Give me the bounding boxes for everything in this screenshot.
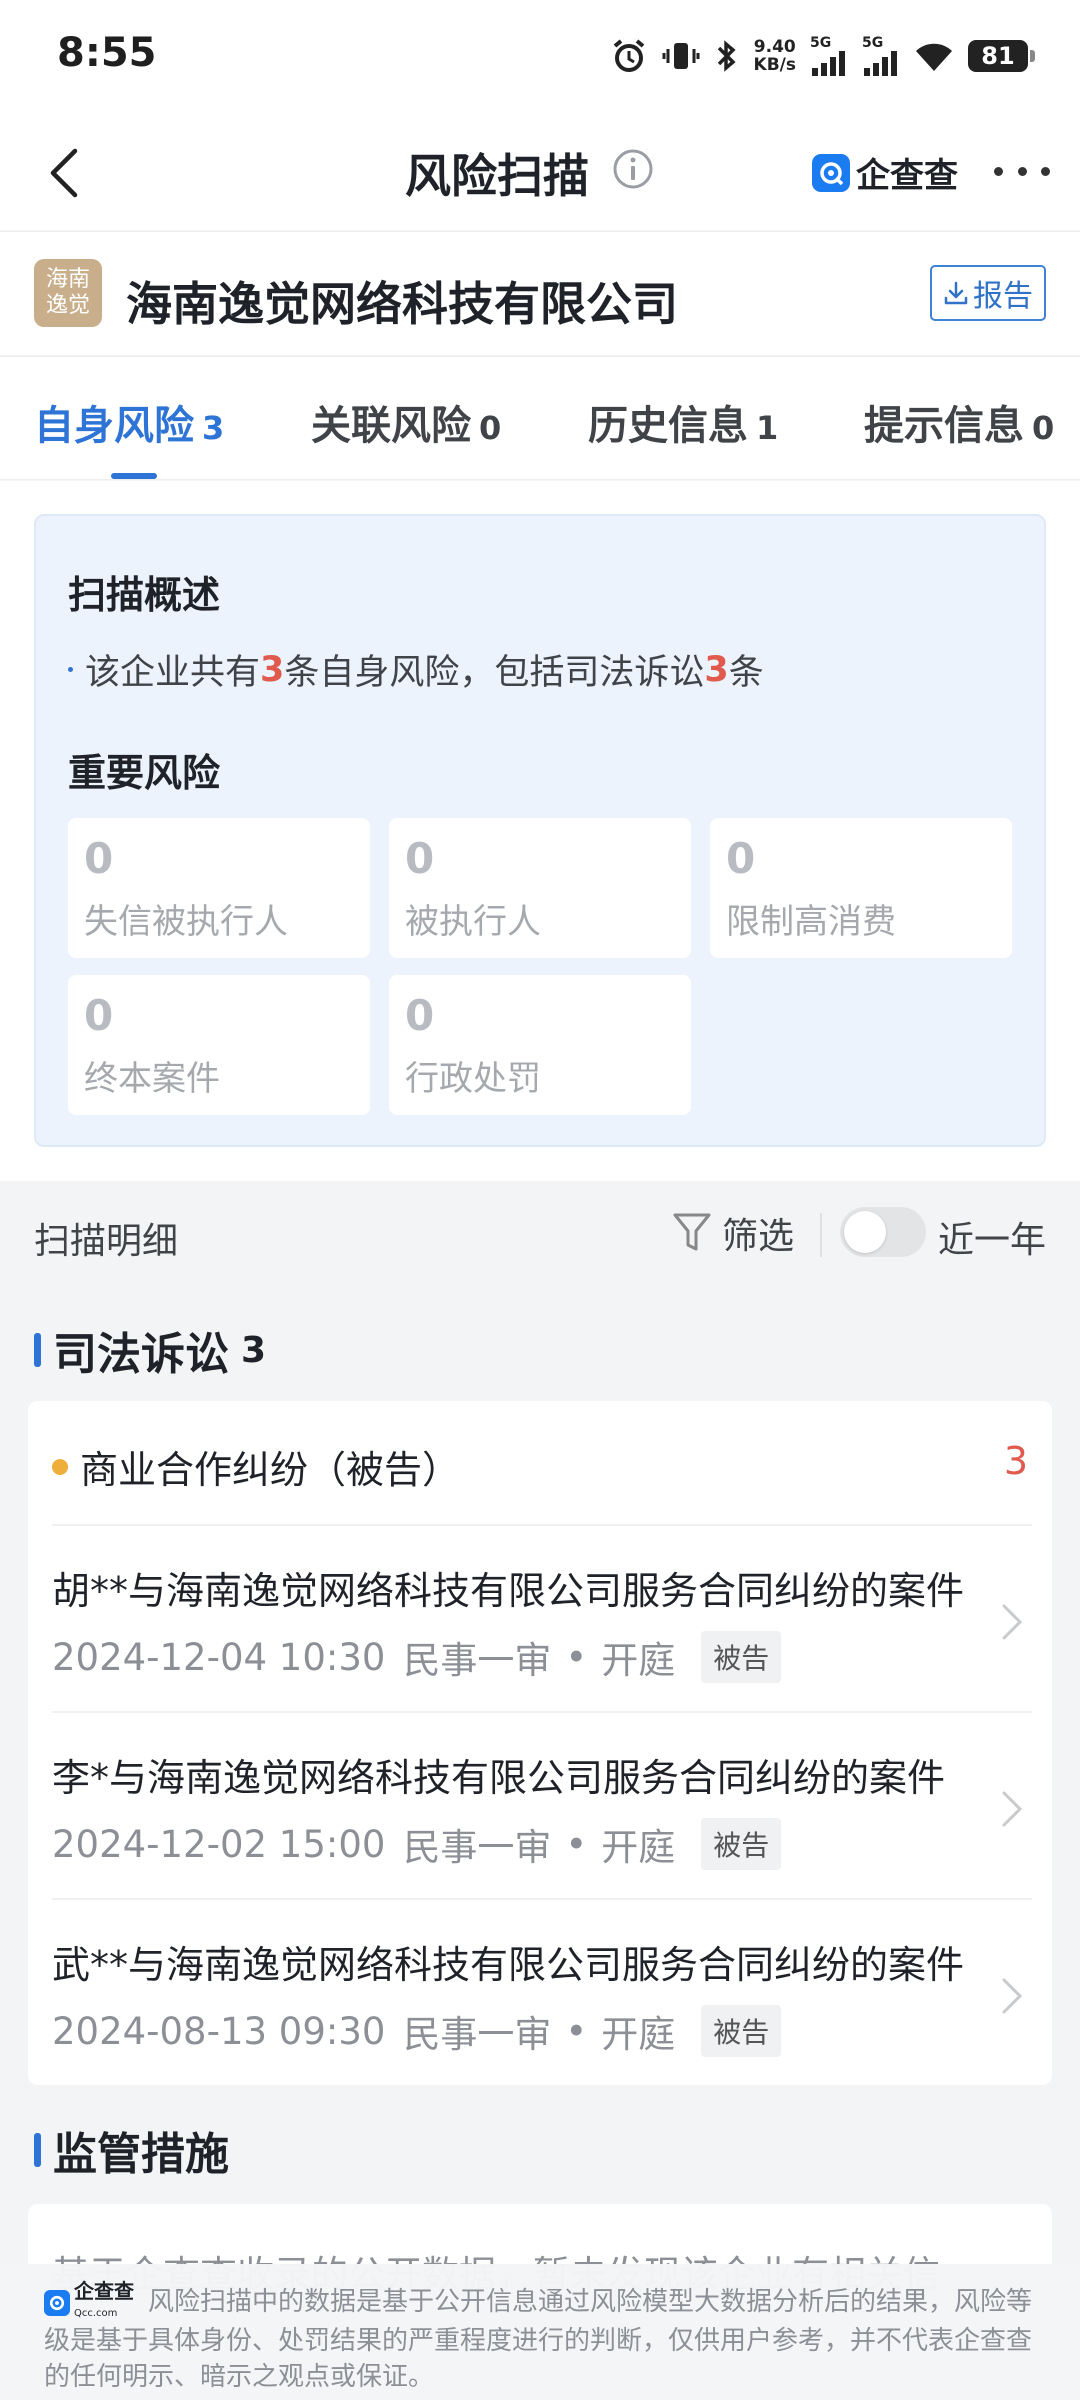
alarm-icon — [610, 37, 648, 75]
tab-self-risk[interactable]: 自身风险 3 — [34, 393, 224, 451]
active-tab-indicator — [111, 473, 157, 479]
toggle-label: 近一年 — [938, 1220, 1047, 1261]
role-tag: 被告 — [701, 1631, 782, 1683]
bluetooth-icon — [714, 37, 740, 75]
risk-box-terminated-case[interactable]: 0 终本案件 — [68, 975, 370, 1115]
divider — [820, 1213, 822, 1257]
scan-overview-card: 扫描概述 该企业共有 3 条自身风险，包括司法诉讼 3 条 重要风险 0 失信被执行人 … — [34, 514, 1046, 1147]
tab-related-risk[interactable]: 关联风险 0 — [311, 393, 501, 451]
case-row[interactable]: 武**与海南逸觉网络科技有限公司服务合同纠纷的案件 2024-08-13 09:… — [52, 1898, 1032, 2084]
signal-sim1: 5G — [810, 36, 848, 76]
battery-indicator: 81 — [968, 40, 1035, 72]
net-speed: 9.40 KB/s — [753, 37, 796, 75]
nav-bar: 风险扫描 企查查 — [0, 115, 1080, 230]
risk-box-consumption-restriction[interactable]: 0 限制高消费 — [710, 818, 1012, 958]
role-tag: 被告 — [701, 1818, 782, 1870]
overview-summary: 该企业共有 3 条自身风险，包括司法诉讼 3 条 — [68, 644, 764, 695]
important-risk-title: 重要风险 — [68, 751, 221, 795]
more-options-button[interactable] — [994, 159, 1050, 183]
dot-icon — [994, 166, 1003, 176]
brand-logo: 企查查 — [812, 148, 958, 197]
wifi-icon — [914, 39, 954, 73]
footer-brand-logo: 企查查 Qcc.com — [44, 2281, 134, 2323]
chevron-right-icon — [1002, 1978, 1023, 2014]
regulatory-section-title: 监管措施 — [34, 2118, 229, 2182]
chevron-right-icon — [1002, 1791, 1023, 1827]
lawsuit-section-title: 司法诉讼 3 — [34, 1318, 266, 1382]
chevron-right-icon — [1002, 1604, 1023, 1640]
disclaimer-text: 风险扫描中的数据是基于公开信息通过风险模型大数据分析后的结果，风险等级是基于具体… — [44, 2287, 1033, 2392]
company-logo: 海南 逸觉 — [34, 259, 102, 327]
filter-icon — [673, 1213, 711, 1251]
scan-detail-title: 扫描明细 — [34, 1221, 179, 1262]
back-button[interactable] — [36, 143, 92, 203]
company-name[interactable]: 海南逸觉网络科技有限公司 — [126, 268, 678, 334]
vibrate-icon — [662, 37, 700, 75]
disclaimer-footer: 企查查 Qcc.com 风险扫描中的数据是基于公开信息通过风险模型大数据分析后的结… — [0, 2264, 1080, 2400]
page-title: 风险扫描 — [405, 149, 589, 203]
dot-icon — [1041, 166, 1050, 176]
dot-icon — [1017, 166, 1027, 176]
status-icons: 9.40 KB/s 5G 5G 81 — [610, 34, 1035, 78]
scan-detail-bar: 扫描明细 筛选 近一年 — [0, 1181, 1080, 1291]
case-type-label: 商业合作纠纷（被告） — [52, 1439, 460, 1494]
tab-hint-info[interactable]: 提示信息 0 — [864, 393, 1054, 451]
brand-name: 企查查 — [856, 156, 958, 196]
download-icon — [944, 281, 968, 305]
case-row[interactable]: 胡**与海南逸觉网络科技有限公司服务合同纠纷的案件 2024-12-04 10:… — [52, 1524, 1032, 1710]
lawsuit-card: 商业合作纠纷（被告） 3 胡**与海南逸觉网络科技有限公司服务合同纠纷的案件 2… — [28, 1401, 1052, 2085]
signal-sim2: 5G — [862, 36, 900, 76]
qcc-logo-icon — [44, 2289, 70, 2316]
info-icon[interactable] — [612, 148, 654, 190]
status-dot — [52, 1458, 68, 1475]
risk-tabs: 自身风险 3 关联风险 0 历史信息 1 提示信息 0 — [0, 356, 1080, 480]
recent-year-toggle[interactable] — [840, 1207, 926, 1257]
filter-button[interactable]: 筛选 — [672, 1207, 794, 1259]
company-header: 海南 逸觉 海南逸觉网络科技有限公司 报告 — [0, 231, 1080, 355]
case-type-count: 3 — [1003, 1439, 1028, 1483]
status-bar: 8:55 9.40 KB/s 5G 5G 81 — [0, 0, 1080, 115]
chevron-left-icon — [50, 148, 78, 198]
qcc-logo-icon — [812, 153, 850, 192]
risk-box-debtor[interactable]: 0 被执行人 — [389, 818, 691, 958]
overview-title: 扫描概述 — [68, 573, 221, 617]
status-time: 8:55 — [57, 30, 157, 76]
case-row[interactable]: 李*与海南逸觉网络科技有限公司服务合同纠纷的案件 2024-12-02 15:0… — [52, 1711, 1032, 1897]
tab-history-info[interactable]: 历史信息 1 — [588, 393, 778, 451]
risk-box-dishonest-debtor[interactable]: 0 失信被执行人 — [68, 818, 370, 958]
report-button[interactable]: 报告 — [930, 265, 1046, 321]
risk-box-administrative-penalty[interactable]: 0 行政处罚 — [389, 975, 691, 1115]
role-tag: 被告 — [701, 2005, 782, 2057]
